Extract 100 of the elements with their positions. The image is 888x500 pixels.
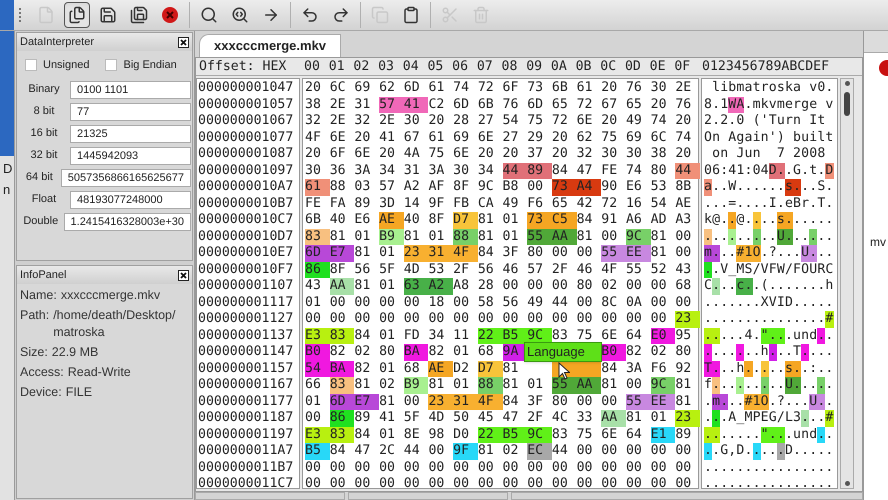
ascii-char: . [728,460,736,476]
hex-byte: 00 [626,311,643,328]
hex-byte: 41 [379,410,396,426]
ascii-char: / [752,262,761,278]
hex-byte: 53 [650,179,668,196]
checkbox[interactable] [25,59,37,72]
ascii-char: 4 [760,162,769,179]
ascii-char: s [776,212,785,228]
offset-cell-text: 0000000011B7 [197,460,294,476]
ascii-char: 7 [776,146,785,162]
hex-byte: 2E [330,96,347,113]
ascii-char: n [793,113,802,130]
hex-byte: A8 [453,278,470,294]
ascii-char: . [793,245,802,262]
column-header: 09 [526,58,544,76]
ascii-char: . [720,476,728,492]
ascii-char: . [728,394,736,410]
ascii-char: . [744,196,753,212]
value-field[interactable]: 77 [70,102,191,120]
hex-byte: 00 [502,311,520,328]
ascii-char: . [768,344,777,360]
ascii-char: k [704,212,712,228]
ascii-char: t [809,162,818,179]
hex-byte: 4F [601,262,618,278]
ascii-char: . [752,476,761,492]
value-field[interactable]: 1445942093 [70,146,191,164]
hex-byte: 44 [552,294,569,311]
hex-byte: 73 [527,212,552,228]
ascii-char: . [720,196,728,212]
hex-byte: B5 [305,443,330,460]
value-field[interactable]: 0100 1101 [70,80,191,98]
hex-byte: 01 [379,328,396,344]
toolbar-button[interactable] [64,2,90,28]
ascii-char: ? [768,245,777,262]
ascii-char: . [744,212,753,228]
ascii-char: h [760,344,769,360]
hex-byte: 22 [478,426,502,443]
hex-byte: 46 [502,262,520,278]
ascii-char: k [784,80,794,96]
hex-byte: 84 [601,360,618,377]
offset-cell-text: 000000001057 [197,96,294,113]
ascii-char: . [736,311,744,328]
undo-icon [301,6,319,24]
value-field[interactable]: 48193077248000 [70,190,191,208]
ascii-char: I [776,294,785,311]
hex-byte: 49 [626,113,643,130]
cursor-icon [558,362,570,380]
ascii-char: . [704,476,712,492]
ascii-char: d [809,328,818,344]
checkbox[interactable] [105,59,118,72]
search-icon [200,6,218,24]
value-field[interactable]: 21325 [70,124,191,142]
scrollbar[interactable] [840,78,854,489]
ascii-char: 4 [728,162,736,179]
close-icon[interactable] [178,36,189,48]
value-field[interactable]: 1.2415416328003e+30 [64,212,191,230]
hex-byte: BA [404,344,428,360]
ascii-char: . [793,228,802,245]
hex-byte: 01 [379,360,396,377]
ascii-char: 8 [704,96,712,113]
ascii-char: l [817,130,826,146]
ascii-char: . [801,228,810,245]
ascii-char: . [720,328,728,344]
ascii-char: . [801,410,810,426]
ascii-char: 1 [720,96,728,113]
hex-byte: 00 [552,245,569,262]
ascii-char: . [825,212,834,228]
hex-byte: 6E [576,113,594,130]
ascii-char: a [744,80,753,96]
ascii-char: G [793,162,802,179]
hex-byte: 80 [552,394,569,410]
ascii-char: . [760,196,769,212]
hex-byte: 73 [552,179,577,196]
ascii-char: . [793,443,802,460]
hex-byte: 5F [404,410,421,426]
ascii-char: . [720,460,728,476]
hex-byte: 64 [626,328,643,344]
value-field[interactable]: 5057356866165625677 [60,168,191,186]
hex-byte: F6 [527,196,544,212]
ascii-char: . [809,410,818,426]
ascii-char: . [825,394,834,410]
hex-byte: 22 [478,328,502,344]
documents-icon [68,6,86,24]
info-value: FILE [66,384,92,401]
ascii-char: t [825,130,834,146]
hex-byte: 00 [330,294,347,311]
hex-byte: 00 [626,460,643,476]
offset-cell-text: 0000000011A7 [197,443,294,460]
hex-byte: 84 [354,426,372,443]
ascii-char: / [776,410,785,426]
hex-byte: AF [428,179,446,196]
ascii-char: . [793,460,802,476]
ascii-char: . [793,278,802,294]
ascii-char: I [768,196,777,212]
hex-byte: 30 [453,162,470,179]
hex-byte: E1 [650,426,676,443]
ascii-char: . [720,228,728,245]
file-tab[interactable]: xxxcccmerge.mkv [199,34,342,57]
ascii-char: . [793,212,802,228]
close-icon[interactable] [178,270,189,280]
